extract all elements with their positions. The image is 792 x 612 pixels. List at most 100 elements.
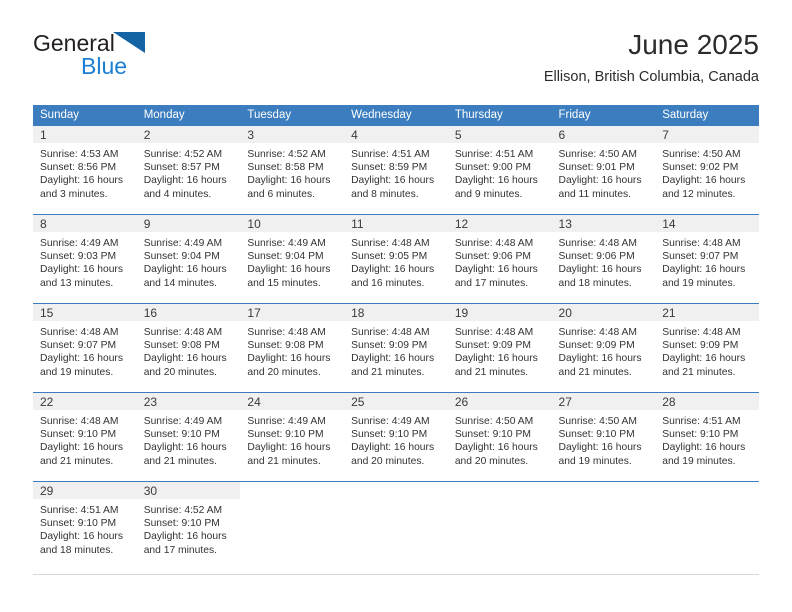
weekday-header-monday: Monday	[136, 105, 241, 126]
page-title: June 2025	[628, 29, 759, 60]
day-cell-inner: 20 Sunrise: 4:48 AM Sunset: 9:09 PM Dayligh…	[551, 304, 656, 392]
day-number-band: 9	[136, 215, 241, 232]
calendar-day-cell[interactable]: 29 Sunrise: 4:51 AM Sunset: 9:10 PM Dayligh…	[33, 481, 137, 575]
day-number-band: 5	[447, 126, 552, 143]
calendar-day-cell[interactable]: 28 Sunrise: 4:51 AM Sunset: 9:10 PM Dayligh…	[655, 392, 759, 482]
day-cell-details: Sunrise: 4:50 AM Sunset: 9:10 PM Daylight:…	[448, 410, 552, 468]
day-number: 21	[662, 306, 676, 320]
sunset-text: Sunset: 9:10 PM	[351, 429, 428, 441]
calendar-day-cell[interactable]: 18 Sunrise: 4:48 AM Sunset: 9:09 PM Dayligh…	[344, 303, 448, 393]
day-number-band: 20	[551, 304, 656, 321]
day-cell-inner: 10 Sunrise: 4:49 AM Sunset: 9:04 PM Dayligh…	[240, 215, 345, 303]
sunset-text: Sunset: 9:10 PM	[558, 429, 635, 441]
page-subtitle: Ellison, British Columbia, Canada	[543, 69, 759, 85]
day-number: 16	[143, 306, 158, 320]
day-number-band: 1	[33, 126, 137, 143]
sunrise-text: Sunrise: 4:48 AM	[662, 238, 741, 249]
blue-triangle-mark-icon	[112, 32, 147, 59]
daylight-text: Daylight: 16 hours and 19 minutes.	[40, 353, 123, 378]
day-cell-inner	[344, 482, 448, 574]
daylight-text: Daylight: 16 hours and 21 minutes.	[351, 353, 435, 378]
sunrise-text: Sunrise: 4:48 AM	[40, 416, 119, 427]
calendar-day-cell[interactable]: 1 Sunrise: 4:53 AM Sunset: 8:56 PM Daylight…	[33, 125, 137, 215]
day-number-band: 4	[344, 126, 448, 143]
day-number: 14	[662, 217, 676, 231]
daylight-text: Daylight: 16 hours and 17 minutes.	[454, 264, 538, 289]
calendar-week-row: 1 Sunrise: 4:53 AM Sunset: 8:56 PM Daylight…	[33, 125, 759, 215]
calendar-day-cell[interactable]: 30 Sunrise: 4:52 AM Sunset: 9:10 PM Dayligh…	[136, 481, 241, 575]
day-cell-details: Sunrise: 4:53 AM Sunset: 8:56 PM Daylight:…	[33, 143, 137, 201]
day-cell-inner: 18 Sunrise: 4:48 AM Sunset: 9:09 PM Dayligh…	[344, 304, 448, 392]
sunrise-text: Sunrise: 4:50 AM	[454, 416, 534, 427]
daylight-text: Daylight: 16 hours and 14 minutes.	[143, 264, 227, 289]
calendar-day-cell[interactable]: 12 Sunrise: 4:48 AM Sunset: 9:06 PM Dayligh…	[447, 214, 552, 304]
daylight-text: Daylight: 16 hours and 12 minutes.	[662, 175, 746, 200]
calendar-day-cell[interactable]: 4 Sunrise: 4:51 AM Sunset: 8:59 PM Daylight…	[344, 125, 448, 215]
calendar-day-cell[interactable]: 21 Sunrise: 4:48 AM Sunset: 9:09 PM Dayligh…	[655, 303, 759, 393]
day-cell-inner	[551, 482, 656, 574]
sunrise-text: Sunrise: 4:49 AM	[351, 416, 430, 427]
calendar-day-cell[interactable]: 7 Sunrise: 4:50 AM Sunset: 9:02 PM Daylight…	[655, 125, 759, 215]
day-number-band	[655, 482, 759, 499]
day-cell-inner: 4 Sunrise: 4:51 AM Sunset: 8:59 PM Daylight…	[344, 126, 448, 214]
brand-logo[interactable]: General Blue	[33, 30, 253, 86]
day-cell-inner: 6 Sunrise: 4:50 AM Sunset: 9:01 PM Daylight…	[551, 126, 656, 214]
daylight-text: Daylight: 16 hours and 18 minutes.	[40, 531, 123, 556]
day-cell-inner: 5 Sunrise: 4:51 AM Sunset: 9:00 PM Daylight…	[447, 126, 552, 214]
calendar-day-cell[interactable]: 2 Sunrise: 4:52 AM Sunset: 8:57 PM Daylight…	[136, 125, 241, 215]
calendar-day-cell[interactable]: 26 Sunrise: 4:50 AM Sunset: 9:10 PM Dayligh…	[447, 392, 552, 482]
calendar-day-cell	[240, 481, 345, 575]
sunset-text: Sunset: 9:10 PM	[454, 429, 531, 441]
sunset-text: Sunset: 9:08 PM	[143, 340, 220, 352]
calendar-day-cell[interactable]: 23 Sunrise: 4:49 AM Sunset: 9:10 PM Dayligh…	[136, 392, 241, 482]
calendar-day-cell[interactable]: 25 Sunrise: 4:49 AM Sunset: 9:10 PM Dayligh…	[344, 392, 448, 482]
calendar-day-cell[interactable]: 11 Sunrise: 4:48 AM Sunset: 9:05 PM Dayligh…	[344, 214, 448, 304]
day-number: 30	[143, 484, 158, 498]
daylight-text: Daylight: 16 hours and 20 minutes.	[351, 442, 435, 467]
day-number: 18	[351, 306, 365, 320]
calendar-day-cell[interactable]: 6 Sunrise: 4:50 AM Sunset: 9:01 PM Daylight…	[551, 125, 656, 215]
calendar-day-cell[interactable]: 20 Sunrise: 4:48 AM Sunset: 9:09 PM Dayligh…	[551, 303, 656, 393]
calendar-week-row: 22 Sunrise: 4:48 AM Sunset: 9:10 PM Dayligh…	[33, 392, 759, 482]
calendar-day-cell[interactable]: 16 Sunrise: 4:48 AM Sunset: 9:08 PM Dayligh…	[136, 303, 241, 393]
daylight-text: Daylight: 16 hours and 11 minutes.	[558, 175, 642, 200]
day-cell-inner: 16 Sunrise: 4:48 AM Sunset: 9:08 PM Dayligh…	[136, 304, 241, 392]
calendar-day-cell[interactable]: 13 Sunrise: 4:48 AM Sunset: 9:06 PM Dayligh…	[551, 214, 656, 304]
calendar-day-cell[interactable]: 15 Sunrise: 4:48 AM Sunset: 9:07 PM Dayligh…	[33, 303, 137, 393]
day-cell-details: Sunrise: 4:49 AM Sunset: 9:03 PM Daylight:…	[33, 232, 137, 290]
calendar-day-cell[interactable]: 8 Sunrise: 4:49 AM Sunset: 9:03 PM Daylight…	[33, 214, 137, 304]
daylight-text: Daylight: 16 hours and 6 minutes.	[247, 175, 331, 200]
day-cell-details	[655, 499, 759, 514]
day-number-band: 13	[551, 215, 656, 232]
brand-name-primary: General	[33, 30, 253, 56]
sunset-text: Sunset: 9:10 PM	[662, 429, 739, 441]
daylight-text: Daylight: 16 hours and 4 minutes.	[143, 175, 227, 200]
calendar-day-cell[interactable]: 5 Sunrise: 4:51 AM Sunset: 9:00 PM Daylight…	[447, 125, 552, 215]
calendar-day-cell	[551, 481, 656, 575]
sunrise-text: Sunrise: 4:51 AM	[662, 416, 741, 427]
day-cell-details: Sunrise: 4:48 AM Sunset: 9:07 PM Daylight:…	[655, 232, 759, 290]
sunset-text: Sunset: 8:59 PM	[351, 162, 428, 174]
calendar-page: General Blue June 2025 Ellison, British …	[0, 0, 792, 612]
daylight-text: Daylight: 16 hours and 21 minutes.	[662, 353, 746, 378]
calendar-day-cell[interactable]: 22 Sunrise: 4:48 AM Sunset: 9:10 PM Dayligh…	[33, 392, 137, 482]
sunrise-text: Sunrise: 4:52 AM	[143, 505, 223, 516]
calendar-day-cell[interactable]: 3 Sunrise: 4:52 AM Sunset: 8:58 PM Daylight…	[240, 125, 345, 215]
calendar-day-cell[interactable]: 9 Sunrise: 4:49 AM Sunset: 9:04 PM Daylight…	[136, 214, 241, 304]
calendar-day-cell[interactable]: 24 Sunrise: 4:49 AM Sunset: 9:10 PM Dayligh…	[240, 392, 345, 482]
day-number: 24	[247, 395, 261, 409]
calendar-day-cell[interactable]: 27 Sunrise: 4:50 AM Sunset: 9:10 PM Dayligh…	[551, 392, 656, 482]
sunset-text: Sunset: 9:00 PM	[454, 162, 531, 174]
day-cell-inner: 15 Sunrise: 4:48 AM Sunset: 9:07 PM Dayligh…	[33, 304, 137, 392]
day-cell-details: Sunrise: 4:50 AM Sunset: 9:10 PM Daylight:…	[552, 410, 656, 468]
weekday-header-sunday: Sunday	[33, 105, 137, 126]
sunset-text: Sunset: 9:06 PM	[558, 251, 635, 263]
day-cell-details: Sunrise: 4:49 AM Sunset: 9:04 PM Daylight:…	[240, 232, 344, 290]
calendar-day-cell[interactable]: 14 Sunrise: 4:48 AM Sunset: 9:07 PM Dayligh…	[655, 214, 759, 304]
calendar-day-cell[interactable]: 17 Sunrise: 4:48 AM Sunset: 9:08 PM Dayligh…	[240, 303, 345, 393]
sunrise-text: Sunrise: 4:50 AM	[662, 149, 741, 160]
calendar-day-cell[interactable]: 10 Sunrise: 4:49 AM Sunset: 9:04 PM Dayligh…	[240, 214, 345, 304]
calendar-day-cell[interactable]: 19 Sunrise: 4:48 AM Sunset: 9:09 PM Dayligh…	[447, 303, 552, 393]
daylight-text: Daylight: 16 hours and 20 minutes.	[143, 353, 227, 378]
day-cell-details: Sunrise: 4:51 AM Sunset: 9:00 PM Daylight:…	[448, 143, 552, 201]
